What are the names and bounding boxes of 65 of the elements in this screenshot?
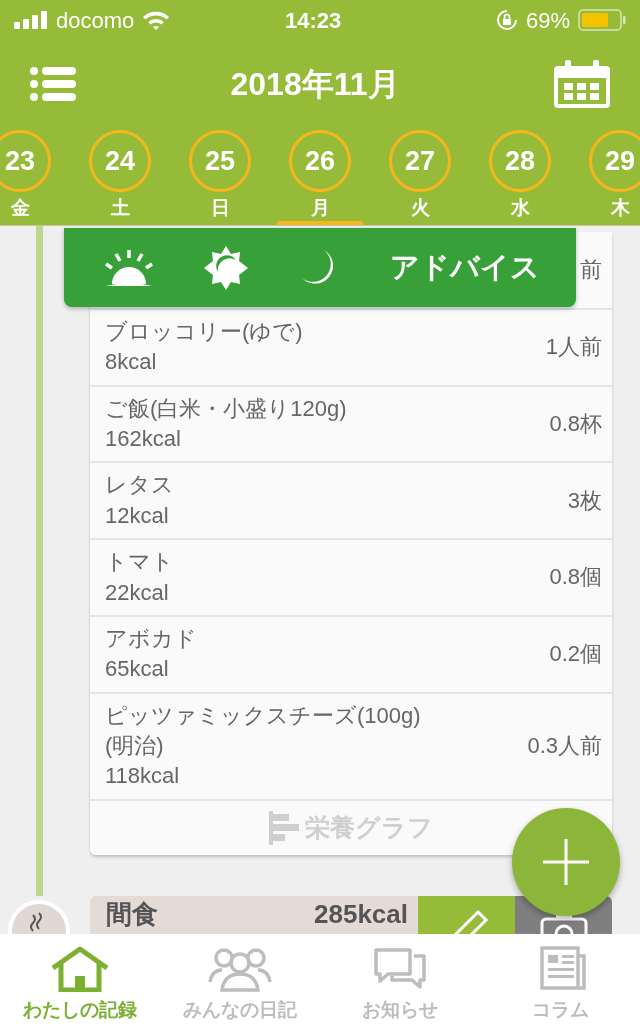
weekday-label: 月 [310, 196, 330, 220]
food-kcal: 12kcal [105, 501, 170, 530]
food-name: ピッツァミックスチーズ(100g) (明治) [105, 701, 421, 760]
weekday-label: 木 [610, 196, 630, 220]
weekday-label: 金 [10, 196, 30, 220]
wifi-icon [142, 10, 171, 30]
day-tab[interactable]: 26 月 [270, 128, 370, 225]
food-quantity: 0.2個 [549, 640, 602, 669]
day-tab[interactable]: 28 水 [470, 128, 570, 225]
food-name: ブロッコリー(ゆで) [105, 318, 303, 346]
sunrise-icon[interactable] [104, 249, 154, 286]
food-name: レタス [105, 471, 174, 500]
day-tab[interactable]: 25 日 [170, 128, 270, 225]
day-number: 23 [0, 130, 51, 192]
tab-button[interactable]: コラム [480, 934, 640, 1028]
day-number: 27 [389, 130, 451, 192]
weekday-label: 火 [410, 196, 430, 220]
snack-bar[interactable]: 間食 285kcal [90, 896, 418, 934]
day-number: 26 [289, 130, 351, 192]
battery-percent: 69% [525, 6, 570, 35]
day-tab[interactable]: 24 土 [70, 128, 170, 225]
weekday-label: 土 [110, 196, 130, 220]
food-name: ご飯(白米・小盛り120g) [105, 394, 347, 423]
calendar-button[interactable] [554, 60, 610, 108]
people-icon [208, 946, 272, 992]
bar-chart-icon [269, 810, 299, 845]
day-tab[interactable]: 23 金 [0, 128, 70, 225]
day-number: 24 [89, 130, 151, 192]
weekday-label: 日 [210, 196, 230, 220]
food-quantity: 0.8杯 [549, 409, 602, 438]
weekday-label: 水 [510, 196, 530, 220]
food-kcal: 22kcal [105, 578, 170, 607]
carrier-name: docomo [56, 6, 135, 35]
home-icon [50, 946, 110, 992]
tab-button[interactable]: わたしの記録 [0, 934, 160, 1028]
day-number: 25 [189, 130, 251, 192]
food-kcal: 8kcal [105, 348, 158, 377]
day-number: 29 [589, 130, 640, 192]
food-quantity: 0.3人前 [527, 731, 602, 760]
month-title: 2018年11月 [230, 65, 400, 104]
chat-icon [372, 946, 428, 992]
day-tab[interactable]: 27 火 [370, 128, 470, 225]
food-name: トマト [105, 548, 174, 577]
status-time: 14:23 [284, 6, 342, 35]
snack-kcal: 285kcal [314, 899, 408, 929]
food-kcal: 118kcal [105, 762, 181, 791]
food-quantity: 3枚 [567, 486, 602, 515]
day-tab[interactable]: 29 木 [570, 128, 640, 225]
rotation-lock-icon [495, 9, 518, 31]
sun-icon[interactable] [204, 245, 248, 290]
food-quantity: 0.8個 [549, 563, 602, 592]
food-kcal: 162kcal [105, 425, 182, 454]
food-name: アボカド [105, 624, 197, 653]
plus-icon [543, 839, 589, 885]
tab-button[interactable]: みんなの日記 [160, 934, 320, 1028]
food-kcal: 65kcal [105, 655, 170, 684]
signal-icon [14, 11, 48, 29]
battery-icon [578, 9, 626, 31]
snack-label: 間食 [106, 899, 158, 929]
advice-label[interactable]: アドバイス [390, 245, 540, 290]
tab-button[interactable]: お知らせ [320, 934, 480, 1028]
day-number: 28 [489, 130, 551, 192]
food-quantity: 前 [580, 255, 602, 284]
menu-button[interactable] [30, 67, 76, 101]
food-quantity: 1人前 [545, 333, 602, 362]
